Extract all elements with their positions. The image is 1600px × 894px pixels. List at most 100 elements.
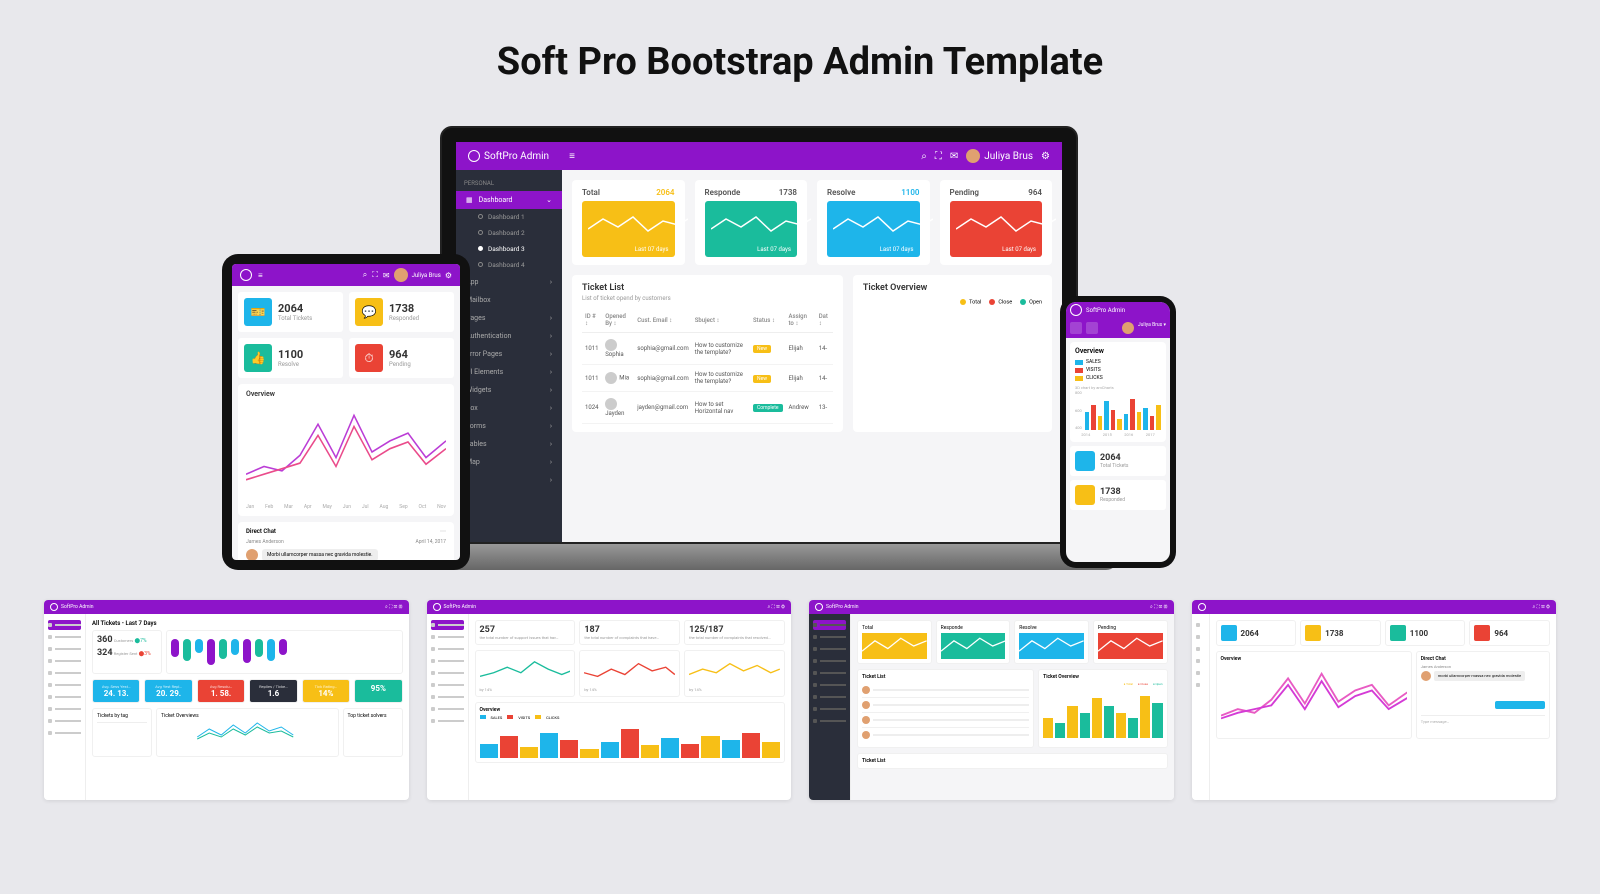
overview-legend: Total Close Open (863, 299, 1042, 305)
mail-icon[interactable]: ✉ (950, 151, 958, 162)
brand[interactable]: SoftPro Admin (468, 150, 549, 162)
topbar: SoftPro Admin ≡ ⌕ ⛶ ✉ Juliya Brus ⚙ (456, 142, 1062, 170)
mail-icon[interactable] (1086, 322, 1098, 334)
table-header[interactable]: Sbuject ↕ (692, 308, 750, 333)
phone-toolbar: Juliya Brus ▾ (1066, 318, 1170, 338)
sidebar-sub-dashboard4[interactable]: Dashboard 4 (456, 257, 562, 273)
sidebar-item-mailbox[interactable]: Mailbox (456, 291, 562, 309)
user-short: Juliya Brus ▾ (1138, 322, 1166, 334)
user-short: Juliya Brus (412, 272, 441, 279)
thumbnail-1[interactable]: SoftPro Admin⌕ ⛶ ✉ ⚙ All Tickets - Last … (44, 600, 409, 800)
avatar[interactable] (1122, 322, 1134, 334)
ticket-table: ID # ↕Opened By ↕Cust. Email ↕Sbuject ↕S… (582, 308, 833, 424)
sidebar (44, 614, 86, 800)
menu-icon[interactable] (1070, 322, 1082, 334)
fullscreen-icon[interactable]: ⛶ (935, 151, 942, 162)
phone-stat[interactable]: 2064Total Tickets (1070, 446, 1166, 476)
table-header[interactable]: Opened By ↕ (602, 308, 634, 333)
table-header[interactable]: Dat ↕ (816, 308, 833, 333)
ticket-list-subtitle: List of ticket opend by customers (582, 295, 833, 302)
sidebar-sub-dashboard3[interactable]: Dashboard 3 (456, 241, 562, 257)
sidebar-item-tables[interactable]: Map› (456, 453, 562, 471)
clock-icon: ⏱ (355, 344, 383, 372)
sidebar-sub-dashboard2[interactable]: Dashboard 2 (456, 225, 562, 241)
chat-icons[interactable]: ⋯ (440, 528, 446, 535)
stat-card-pending[interactable]: Pending964 Last 07 days (940, 180, 1053, 265)
sidebar-item-forms[interactable]: Tables› (456, 435, 562, 453)
logo-icon (1070, 304, 1082, 316)
logo-icon (50, 603, 58, 611)
table-row[interactable]: 1011Miasophia@gmail.com How to customize… (582, 365, 833, 392)
sidebar-item-app[interactable]: App› (456, 273, 562, 291)
ticket-list-panel: Ticket List List of ticket opend by cust… (572, 275, 843, 432)
avatar[interactable] (394, 268, 408, 282)
mini-stat[interactable]: 🎫2064Total Tickets (238, 292, 343, 332)
chevron-down-icon: ⌄ (546, 196, 552, 204)
sidebar-item-pages[interactable]: Pages› (456, 309, 562, 327)
table-header[interactable]: Status ↕ (750, 308, 785, 333)
sidebar-item-auth[interactable]: Authentication› (456, 327, 562, 345)
logo-icon (240, 269, 252, 281)
table-row[interactable]: 1024Jaydenjayden@gmail.com How to set Ho… (582, 392, 833, 424)
overview-title: Overview (246, 390, 446, 398)
page-title: Soft Pro Bootstrap Admin Template (0, 0, 1600, 114)
chat-date: April 14, 2017 (415, 539, 446, 545)
mini-stat[interactable]: ⏱964Pending (349, 338, 454, 378)
menu-toggle-icon[interactable]: ≡ (569, 151, 575, 162)
chat-icon: 💬 (355, 298, 383, 326)
table-header[interactable]: ID # ↕ (582, 308, 602, 333)
sidebar-sub-dashboard1[interactable]: Dashboard 1 (456, 209, 562, 225)
settings-icon[interactable]: ⚙ (445, 271, 452, 280)
chat-bubble: Morbi ullamcorper massa nec gravida mole… (262, 549, 378, 560)
stat-card-total[interactable]: Total2064 Last 07 days (572, 180, 685, 265)
sidebar-item-widgets[interactable]: Widgets› (456, 381, 562, 399)
logo-icon (468, 150, 480, 162)
sidebar-item-ui[interactable]: UI Elements› (456, 363, 562, 381)
ticket-list-repeat: Ticket List (857, 753, 1168, 769)
table-header[interactable]: Assign to ↕ (786, 308, 816, 333)
phone-topbar: SoftPro Admin (1066, 302, 1170, 318)
user-menu[interactable]: Juliya Brus (966, 149, 1033, 163)
search-icon[interactable]: ⌕ (921, 151, 927, 162)
sidebar (809, 614, 851, 800)
bars (480, 722, 781, 758)
stat-card-resolve[interactable]: Resolve1100 Last 07 days (817, 180, 930, 265)
sidebar: PERSONAL ▦ Dashboard ⌄ Dashboard 1 Dashb… (456, 170, 562, 542)
sidebar-item-dashboard[interactable]: ▦ Dashboard ⌄ (456, 191, 562, 209)
thumbnail-4[interactable]: ⌕ ⛶ ✉ ⚙ 206417381100964 Overview Direct … (1192, 600, 1557, 800)
sidebar-item-charts[interactable]: Forms› (456, 417, 562, 435)
thumbnail-2[interactable]: SoftPro Admin⌕ ⛶ ✉ ⚙ 257the total number… (427, 600, 792, 800)
sidebar-section: PERSONAL (456, 176, 562, 191)
sidebar-item-error[interactable]: Error Pages› (456, 345, 562, 363)
tablet-overview: Overview JanFebMarAprMayJunJulAugSepOctN… (238, 384, 454, 516)
stat-card-responde[interactable]: Responde1738 Last 07 days (695, 180, 808, 265)
fullscreen-icon[interactable]: ⛶ (372, 270, 378, 280)
phone-device: SoftPro Admin Juliya Brus ▾ Overview SAL… (1060, 296, 1176, 568)
table-header[interactable]: Cust. Email ↕ (634, 308, 692, 333)
sidebar-label: Dashboard (479, 196, 513, 204)
line-chart (246, 402, 446, 502)
mini-stat[interactable]: 💬1738Responded (349, 292, 454, 332)
sidebar-item-map[interactable]: › (456, 471, 562, 489)
phone-stat[interactable]: 1738Responded (1070, 480, 1166, 510)
sidebar (1192, 614, 1210, 800)
line-chart (1221, 662, 1407, 732)
brand-text: SoftPro Admin (484, 151, 549, 162)
settings-icon[interactable]: ⚙ (1041, 151, 1050, 162)
chat-title: Direct Chat (246, 528, 276, 535)
mail-icon[interactable]: ✉ (383, 271, 390, 280)
thumb-icon: 👍 (244, 344, 272, 372)
sidebar (427, 614, 469, 800)
legend-item: VISITS (1075, 367, 1161, 373)
legend-close: Close (989, 299, 1012, 305)
avatar (966, 149, 980, 163)
phone-overview: Overview SALESVISITSCLICKS 3D chart by a… (1070, 342, 1166, 442)
mini-stat[interactable]: 👍1100Resolve (238, 338, 343, 378)
search-icon[interactable]: ⌕ (363, 270, 367, 280)
x-axis: JanFebMarAprMayJunJulAugSepOctNov (246, 504, 446, 510)
thumbnail-3[interactable]: SoftPro Admin⌕ ⛶ ✉ ⚙ TotalRespondeResolv… (809, 600, 1174, 800)
sidebar-item-box[interactable]: Box› (456, 399, 562, 417)
menu-icon[interactable]: ≡ (258, 271, 263, 280)
tablet-device: ≡ ⌕ ⛶ ✉ Juliya Brus ⚙ 🎫2064Total Tickets… (222, 254, 470, 570)
table-row[interactable]: 1011Sophiasophia@gmail.com How to custom… (582, 333, 833, 365)
